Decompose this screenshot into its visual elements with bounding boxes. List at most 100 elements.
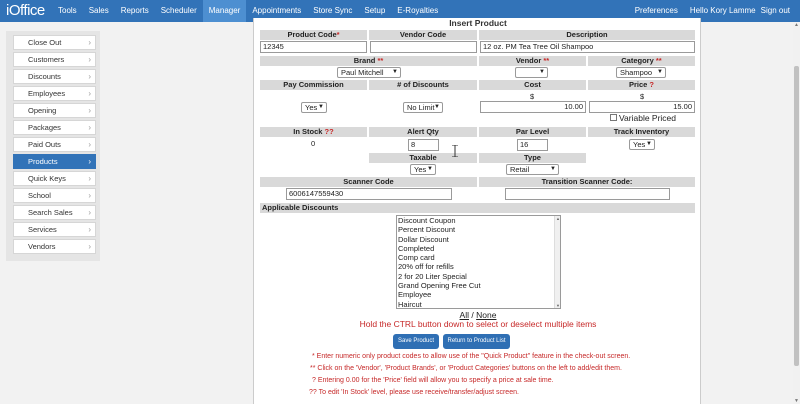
cost-input[interactable]: 10.00 bbox=[480, 101, 586, 113]
return-to-product-list-button[interactable]: Return to Product List bbox=[443, 334, 510, 349]
alert-qty-input[interactable]: 8 bbox=[408, 139, 439, 151]
type-select[interactable]: Retail ▼ bbox=[506, 164, 559, 175]
save-product-button[interactable]: Save Product bbox=[393, 334, 439, 349]
list-item[interactable]: Percent Discount bbox=[397, 225, 560, 234]
applicable-discounts-header: Applicable Discounts bbox=[260, 203, 695, 213]
chevron-right-icon: › bbox=[88, 106, 91, 115]
sidebar-item-paid-outs[interactable]: Paid Outs › bbox=[13, 137, 96, 152]
required-marker: ** bbox=[655, 56, 662, 65]
scrollbar-thumb[interactable] bbox=[794, 66, 799, 366]
ctrl-hint: Hold the CTRL button down to select or d… bbox=[359, 319, 597, 329]
chevron-down-icon: ▼ bbox=[392, 69, 398, 75]
sidebar-item-school[interactable]: School › bbox=[13, 188, 96, 203]
sidebar-item-quick-keys[interactable]: Quick Keys › bbox=[13, 171, 96, 186]
description-input[interactable]: 12 oz. PM Tea Tree Oil Shampoo bbox=[480, 41, 695, 53]
list-item[interactable]: Grand Opening Free Cut bbox=[397, 281, 560, 290]
list-item[interactable]: 20% off for refills bbox=[397, 262, 560, 271]
price-label: Price bbox=[628, 80, 648, 89]
sidebar-item-label: Customers bbox=[28, 55, 65, 64]
chevron-right-icon: › bbox=[88, 242, 91, 251]
taxable-value: Yes bbox=[414, 165, 427, 174]
nav-tools[interactable]: Tools bbox=[52, 0, 83, 22]
vendor-select[interactable]: ▼ bbox=[515, 67, 548, 78]
type-header: Type bbox=[479, 153, 586, 163]
sidebar-item-vendors[interactable]: Vendors › bbox=[13, 239, 96, 254]
category-select[interactable]: Shampoo ▼ bbox=[616, 67, 666, 78]
sidebar-item-label: Close Out bbox=[28, 38, 62, 47]
product-code-header: Product Code* bbox=[260, 30, 367, 40]
sidebar-item-label: Vendors bbox=[28, 242, 56, 251]
scroll-down-icon[interactable]: ▼ bbox=[555, 303, 560, 308]
required-marker: ** bbox=[377, 56, 384, 65]
scanner-code-input[interactable]: 6006147559430 bbox=[286, 188, 452, 200]
list-item[interactable]: Comp card bbox=[397, 253, 560, 262]
sidebar-item-opening[interactable]: Opening › bbox=[13, 103, 96, 118]
nav-reports[interactable]: Reports bbox=[115, 0, 155, 22]
nav-scheduler[interactable]: Scheduler bbox=[155, 0, 203, 22]
sidebar-item-products[interactable]: Products › bbox=[13, 154, 96, 169]
chevron-down-icon: ▼ bbox=[427, 166, 433, 172]
text-cursor-icon bbox=[452, 145, 458, 157]
category-value: Shampoo bbox=[620, 68, 653, 77]
vendor-header: Vendor ** bbox=[479, 56, 586, 66]
track-inventory-select[interactable]: Yes ▼ bbox=[629, 139, 655, 150]
scroll-up-icon[interactable]: ▲ bbox=[555, 216, 560, 221]
category-header: Category ** bbox=[588, 56, 695, 66]
chevron-right-icon: › bbox=[88, 140, 91, 149]
taxable-header: Taxable bbox=[369, 153, 477, 163]
list-item[interactable]: Dollar Discount bbox=[397, 235, 560, 244]
chevron-down-icon: ▼ bbox=[657, 69, 663, 75]
num-discounts-select[interactable]: No Limit ▼ bbox=[403, 102, 443, 113]
chevron-down-icon: ▼ bbox=[318, 104, 324, 110]
scroll-down-icon[interactable]: ▼ bbox=[793, 398, 800, 404]
app-logo[interactable]: iOffice bbox=[6, 2, 45, 19]
sidebar-item-search-sales[interactable]: Search Sales › bbox=[13, 205, 96, 220]
chevron-down-icon: ▼ bbox=[539, 69, 545, 75]
note-price: ? Entering 0.00 for the 'Price' field wi… bbox=[312, 377, 554, 384]
transition-scanner-input[interactable] bbox=[505, 188, 670, 200]
pay-commission-select[interactable]: Yes ▼ bbox=[301, 102, 327, 113]
chevron-right-icon: › bbox=[88, 174, 91, 183]
product-code-input[interactable]: 12345 bbox=[260, 41, 367, 53]
required-marker: ? bbox=[649, 80, 655, 89]
listbox-scrollbar[interactable]: ▲ ▼ bbox=[554, 216, 560, 308]
chevron-down-icon: ▼ bbox=[646, 141, 652, 147]
chevron-right-icon: › bbox=[88, 225, 91, 234]
description-header: Description bbox=[479, 30, 695, 40]
sidebar-item-packages[interactable]: Packages › bbox=[13, 120, 96, 135]
insert-product-panel: Insert Product Product Code* Vendor Code… bbox=[253, 18, 701, 404]
sidebar-item-discounts[interactable]: Discounts › bbox=[13, 69, 96, 84]
price-currency: $ bbox=[640, 92, 645, 101]
sidebar-item-close-out[interactable]: Close Out › bbox=[13, 35, 96, 50]
note-vendor-brand: ** Click on the 'Vendor', 'Product Brand… bbox=[310, 365, 622, 372]
nav-sales[interactable]: Sales bbox=[83, 0, 115, 22]
taxable-select[interactable]: Yes ▼ bbox=[410, 164, 436, 175]
required-marker: ** bbox=[543, 56, 550, 65]
chevron-right-icon: › bbox=[88, 72, 91, 81]
manager-sidebar: Close Out › Customers › Discounts › Employe… bbox=[6, 31, 100, 261]
page-scrollbar[interactable]: ▲ ▼ bbox=[793, 22, 800, 404]
list-item[interactable]: Completed bbox=[397, 244, 560, 253]
sidebar-item-customers[interactable]: Customers › bbox=[13, 52, 96, 67]
nav-manager[interactable]: Manager bbox=[202, 0, 247, 22]
brand-select[interactable]: Paul Mitchell ▼ bbox=[337, 67, 401, 78]
par-level-input[interactable]: 16 bbox=[517, 139, 548, 151]
chevron-right-icon: › bbox=[88, 123, 91, 132]
list-item[interactable]: Discount Coupon bbox=[397, 216, 560, 225]
variable-priced-checkbox[interactable] bbox=[610, 114, 617, 121]
scanner-code-header: Scanner Code bbox=[260, 177, 477, 187]
variable-priced-label: Variable Priced bbox=[619, 113, 677, 123]
list-item[interactable]: Haircut bbox=[397, 300, 560, 308]
sign-out-link[interactable]: Sign out bbox=[758, 0, 796, 22]
sidebar-item-label: Opening bbox=[28, 106, 57, 115]
sidebar-item-services[interactable]: Services › bbox=[13, 222, 96, 237]
in-stock-label: In Stock bbox=[293, 127, 323, 136]
price-input[interactable]: 15.00 bbox=[589, 101, 695, 113]
sidebar-item-employees[interactable]: Employees › bbox=[13, 86, 96, 101]
discounts-listbox[interactable]: Discount Coupon Percent Discount Dollar … bbox=[396, 215, 561, 309]
num-discounts-value: No Limit bbox=[407, 103, 435, 112]
scroll-up-icon[interactable]: ▲ bbox=[793, 22, 800, 28]
vendor-code-input[interactable] bbox=[370, 41, 477, 53]
list-item[interactable]: 2 for 20 Liter Special bbox=[397, 272, 560, 281]
list-item[interactable]: Employee bbox=[397, 290, 560, 299]
